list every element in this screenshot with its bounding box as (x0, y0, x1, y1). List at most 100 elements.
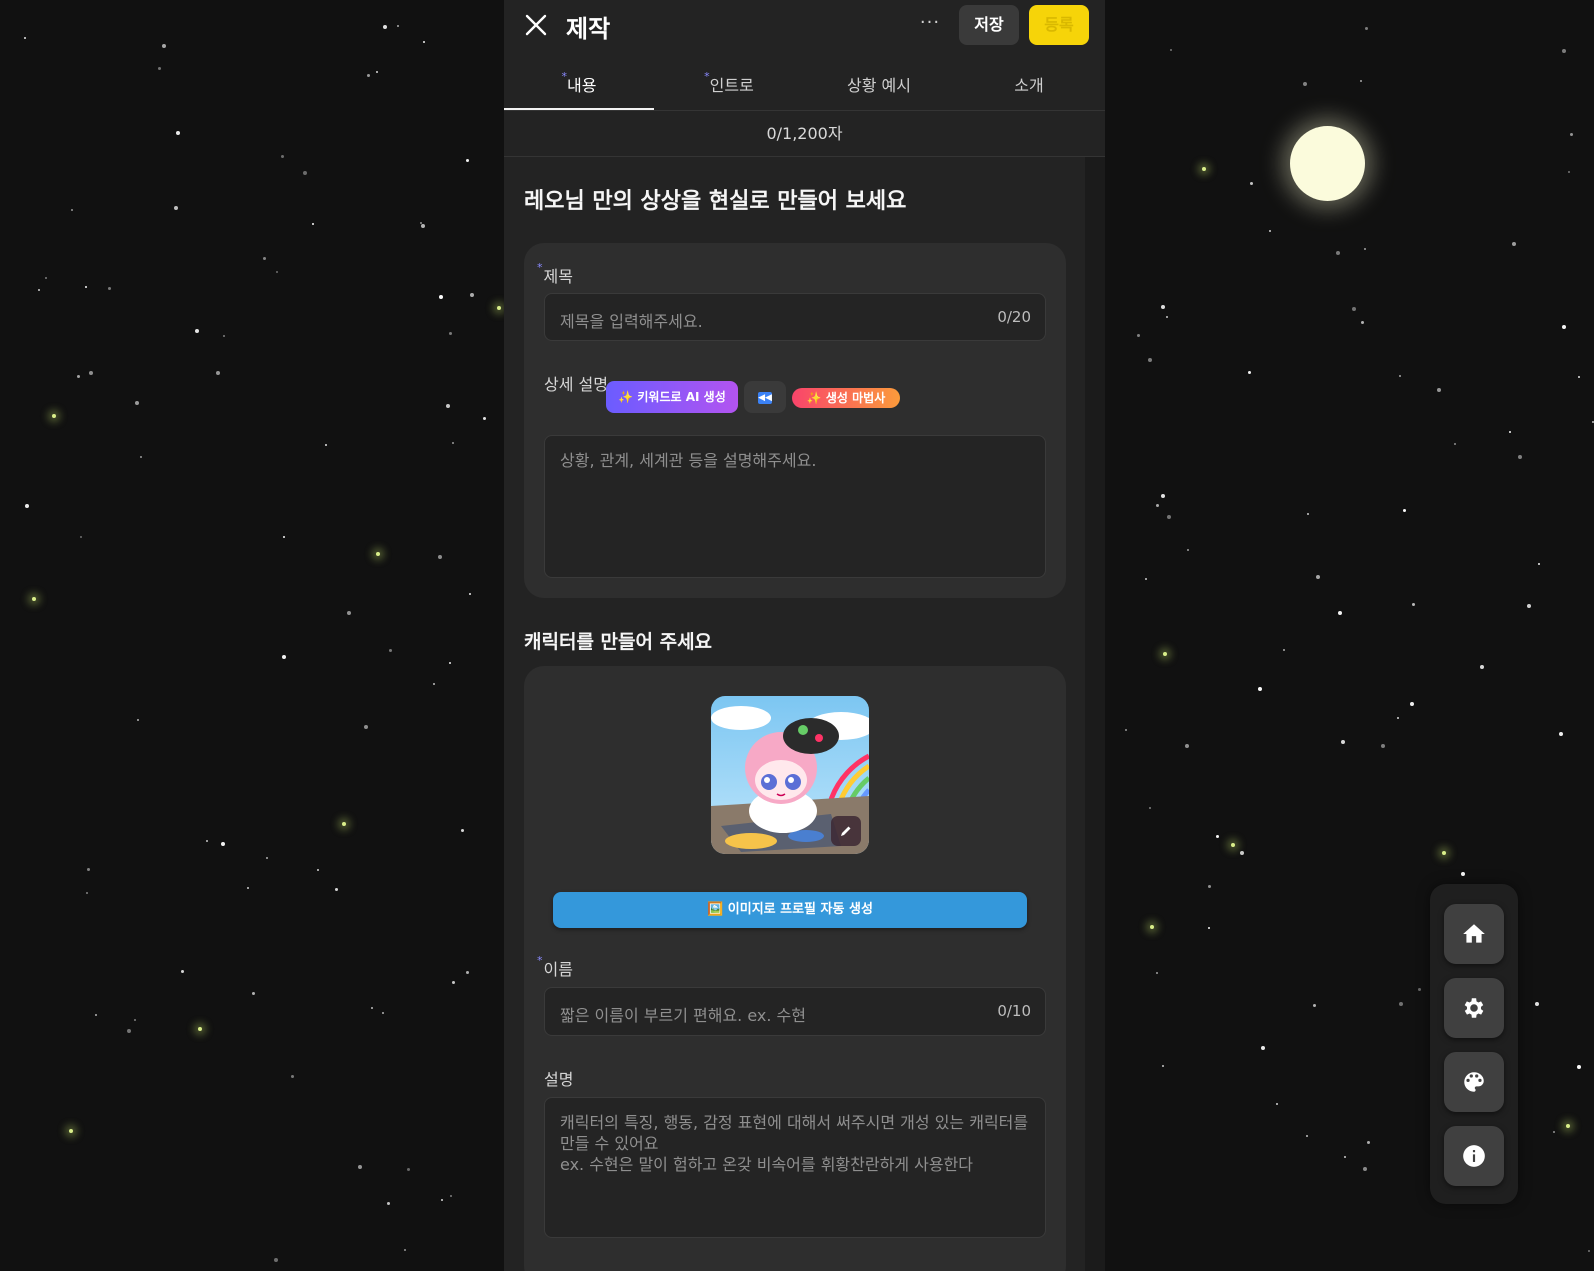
required-mark: * (537, 954, 543, 967)
star (135, 401, 140, 406)
star (445, 404, 450, 409)
close-button[interactable] (522, 11, 550, 39)
star (1344, 1156, 1347, 1159)
star (1302, 81, 1307, 86)
detail-textarea[interactable]: 상황, 관계, 세계관 등을 설명해주세요. (544, 435, 1046, 578)
title-input[interactable]: 제목을 입력해주세요. 0/20 (544, 293, 1046, 341)
tab-bar: *내용 *인트로 상황 예시 소개 (504, 62, 1105, 111)
name-label: *이름 (537, 954, 573, 980)
star (1363, 1166, 1368, 1171)
name-input[interactable]: 짧은 이름이 부르기 편해요. ex. 수현 0/10 (544, 987, 1046, 1036)
star (312, 222, 315, 225)
star (1568, 170, 1571, 173)
scrollbar[interactable] (1085, 157, 1105, 1271)
firefly (1441, 851, 1446, 856)
star (1248, 370, 1252, 374)
star (1399, 374, 1402, 377)
save-button[interactable]: 저장 (959, 5, 1019, 45)
register-button[interactable]: 등록 (1029, 5, 1089, 45)
rewind-button[interactable]: ◀◀ (744, 381, 786, 413)
keyword-ai-generate-button[interactable]: ✨ 키워드로 AI 생성 (606, 381, 738, 413)
star (1316, 574, 1321, 579)
star (1364, 27, 1368, 31)
star (404, 1249, 407, 1252)
title-label: *제목 (537, 261, 573, 287)
description-textarea[interactable]: 캐릭터의 특징, 행동, 감정 표현에 대해서 써주시면 개성 있는 캐릭터를 … (544, 1097, 1046, 1238)
star (1165, 315, 1168, 318)
star (222, 335, 225, 338)
star (1155, 972, 1158, 975)
star (1409, 702, 1414, 707)
character-counter: 0/1,200자 (504, 111, 1105, 157)
close-icon (525, 14, 547, 36)
star (280, 154, 284, 158)
star (1396, 717, 1399, 720)
star (1570, 132, 1574, 136)
tab-situation-examples[interactable]: 상황 예시 (804, 62, 954, 110)
edit-avatar-button[interactable] (831, 816, 861, 846)
star (469, 593, 472, 596)
star (137, 718, 140, 721)
star (1398, 1002, 1403, 1007)
star (86, 868, 90, 872)
tab-introduction[interactable]: 소개 (954, 62, 1104, 110)
star (1412, 603, 1416, 607)
star (324, 444, 327, 447)
star (89, 371, 94, 376)
star (1359, 79, 1362, 82)
star (1453, 443, 1456, 446)
star (1216, 835, 1220, 839)
star (382, 25, 387, 30)
star (407, 1167, 411, 1171)
firefly (1566, 1123, 1571, 1128)
star (1207, 884, 1211, 888)
star (24, 504, 29, 509)
star (1239, 850, 1244, 855)
star (84, 286, 87, 289)
detail-placeholder: 상황, 관계, 세계관 등을 설명해주세요. (560, 451, 817, 470)
star (1561, 324, 1566, 329)
star (1403, 508, 1407, 512)
star (1479, 664, 1484, 669)
gear-icon (1464, 998, 1484, 1018)
info-button[interactable] (1444, 1126, 1504, 1186)
settings-button[interactable] (1444, 978, 1504, 1038)
star (1145, 578, 1148, 581)
required-mark: * (561, 70, 568, 83)
star (161, 44, 166, 49)
star (1508, 431, 1511, 434)
auto-generate-profile-button[interactable]: 🖼️ 이미지로 프로필 자동 생성 (553, 892, 1027, 928)
star (1552, 1130, 1555, 1133)
app-background: 제작 ··· 저장 등록 *내용 *인트로 상황 예시 소개 0/1,200자 … (0, 0, 1594, 1271)
star (1364, 247, 1367, 250)
description-label: 설명 (544, 1070, 574, 1089)
world-heading: 레오님 만의 상상을 현실로 만들어 보세요 (524, 189, 907, 214)
star (1577, 1064, 1582, 1069)
firefly (198, 1026, 203, 1031)
star (1167, 515, 1172, 520)
more-options-button[interactable]: ··· (916, 12, 944, 38)
tab-intro[interactable]: *인트로 (654, 62, 804, 110)
star (1418, 988, 1422, 992)
tab-content[interactable]: *내용 (504, 62, 654, 110)
firefly (376, 551, 381, 556)
star (215, 371, 220, 376)
star (303, 170, 308, 175)
star (1306, 513, 1309, 516)
theme-button[interactable] (1444, 1052, 1504, 1112)
star (38, 288, 41, 291)
character-avatar[interactable] (711, 696, 869, 854)
home-button[interactable] (1444, 904, 1504, 964)
generation-wizard-button[interactable]: ✨ 생성 마법사 (792, 388, 900, 408)
star (1535, 1002, 1540, 1006)
required-mark: * (704, 70, 710, 83)
star (1437, 387, 1442, 392)
star (376, 70, 379, 73)
creation-panel: 제작 ··· 저장 등록 *내용 *인트로 상황 예시 소개 0/1,200자 … (504, 0, 1105, 1271)
star (1460, 871, 1465, 876)
star (389, 649, 392, 653)
star (1558, 732, 1563, 737)
star (263, 256, 267, 260)
firefly (31, 597, 36, 602)
firefly (497, 306, 502, 311)
